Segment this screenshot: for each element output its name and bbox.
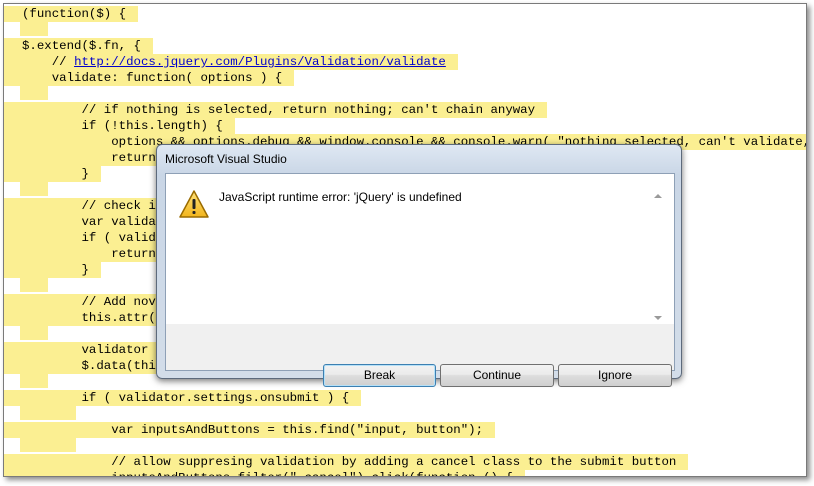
error-message: JavaScript runtime error: 'jQuery' is un… <box>219 190 462 204</box>
code-text-segment: (function($) { <box>22 7 127 21</box>
dialog-body: JavaScript runtime error: 'jQuery' is un… <box>165 173 675 387</box>
code-text-segment: // Add nova <box>22 295 164 309</box>
message-scrollbar[interactable] <box>651 184 665 322</box>
code-line <box>4 436 806 452</box>
code-text-segment: var inputsAndButtons = this.find("input,… <box>22 423 484 437</box>
code-text-segment: var validat <box>22 215 164 229</box>
break-button[interactable]: Break <box>323 364 436 387</box>
code-blank-highlight <box>20 436 76 452</box>
code-text-segment: if ( valida <box>22 231 164 245</box>
code-line <box>4 84 806 100</box>
code-text-segment: if ( validator.settings.onsubmit ) { <box>22 391 350 405</box>
code-text-segment: this.attr(' <box>22 311 164 325</box>
code-blank-highlight <box>20 180 48 196</box>
warning-icon <box>179 190 209 218</box>
code-line: inputsAndButtons.filter(".cancel").click… <box>4 468 806 476</box>
code-line: // allow suppresing validation by adding… <box>4 452 806 470</box>
code-line <box>4 404 806 420</box>
code-blank-highlight <box>20 20 48 36</box>
code-line: if (!this.length) { <box>4 116 806 134</box>
code-text-segment: // <box>22 55 75 69</box>
code-text-segment: validator = <box>22 343 164 357</box>
code-line: // if nothing is selected, return nothin… <box>4 100 806 118</box>
code-blank-highlight <box>20 276 48 292</box>
code-line: $.extend($.fn, { <box>4 36 806 54</box>
code-text-segment: $.extend($.fn, { <box>22 39 141 53</box>
code-blank-highlight <box>20 324 48 340</box>
code-text-segment: validate: function( options ) { <box>22 71 283 85</box>
error-dialog: Microsoft Visual Studio JavaScript runti… <box>156 144 682 387</box>
code-text-segment: // if nothing is selected, return nothin… <box>22 103 536 117</box>
code-text-segment: // allow suppresing validation by adding… <box>22 455 677 469</box>
dialog-title: Microsoft Visual Studio <box>165 152 287 166</box>
code-text-segment: return <box>22 247 156 261</box>
scroll-down-icon[interactable] <box>654 316 662 320</box>
scroll-up-icon[interactable] <box>654 194 662 198</box>
code-line: if ( validator.settings.onsubmit ) { <box>4 388 806 406</box>
message-area: JavaScript runtime error: 'jQuery' is un… <box>166 174 674 324</box>
code-line: var inputsAndButtons = this.find("input,… <box>4 420 806 438</box>
code-blank-highlight <box>20 372 48 388</box>
code-text-segment: $.data(this <box>22 359 164 373</box>
code-blank-highlight <box>20 84 48 100</box>
code-text-segment: } <box>22 263 89 277</box>
ignore-button[interactable]: Ignore <box>558 364 672 387</box>
code-text-segment: } <box>22 167 89 181</box>
screenshot-frame: (function($) { $.extend($.fn, { // http:/… <box>3 3 807 477</box>
code-line: validate: function( options ) { <box>4 68 806 86</box>
code-text-segment: // check if <box>22 199 164 213</box>
code-text-segment: if (!this.length) { <box>22 119 223 133</box>
continue-button[interactable]: Continue <box>440 364 554 387</box>
code-text: inputsAndButtons.filter(".cancel").click… <box>4 470 525 476</box>
code-link[interactable]: http://docs.jquery.com/Plugins/Validatio… <box>74 55 446 69</box>
code-line: (function($) { <box>4 4 806 22</box>
code-line <box>4 20 806 36</box>
code-text-segment: return; <box>22 151 164 165</box>
code-line: // http://docs.jquery.com/Plugins/Valida… <box>4 52 806 70</box>
code-blank-highlight <box>20 404 76 420</box>
code-text-segment: inputsAndButtons.filter(".cancel").click… <box>22 471 513 476</box>
